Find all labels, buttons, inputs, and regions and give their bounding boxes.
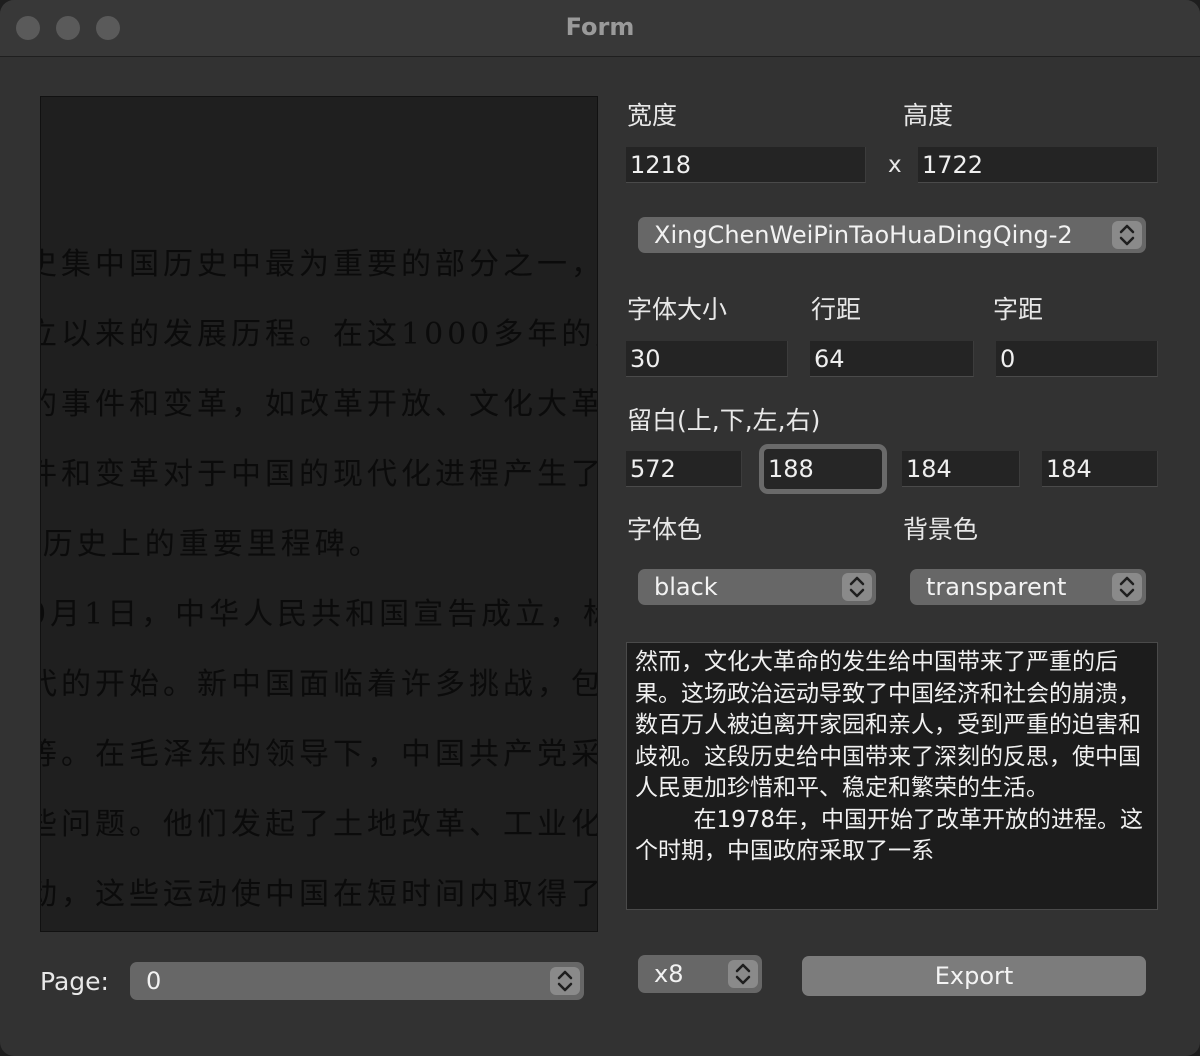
bg-color-value: transparent [926,573,1067,601]
height-field[interactable]: 1722 [918,147,1158,183]
preview-line: 些问题。他们发起了土地改革、工业化 [40,807,598,842]
preview-line: )历史上的重要里程碑。 [40,527,383,562]
size-separator: x [888,152,902,178]
margins-label: 留白(上,下,左,右) [627,406,821,435]
app-window: Form 史集中国历史中最为重要的部分之一， 立以来的发展历程。在这1000多年… [0,0,1200,1056]
up-down-chevron-icon [550,967,580,995]
line-spacing-field[interactable]: 64 [810,341,974,377]
scale-select[interactable]: x8 [638,955,762,993]
char-spacing-label: 字距 [993,295,1044,324]
margin-bottom-field[interactable]: 188 [764,449,882,489]
up-down-chevron-icon [1112,573,1142,601]
export-button[interactable]: Export [802,956,1146,996]
up-down-chevron-icon [842,573,872,601]
page-value: 0 [146,967,162,995]
up-down-chevron-icon [1112,221,1142,249]
font-color-label: 字体色 [627,515,703,544]
margin-left-field[interactable]: 184 [902,451,1020,487]
preview-line: 的事件和变革，如改革开放、文化大革 [40,387,598,422]
font-size-label: 字体大小 [627,295,728,324]
width-label: 宽度 [627,101,678,130]
preview-line: 代的开始。新中国面临着许多挑战，包 [40,667,598,702]
scale-value: x8 [654,960,684,988]
preview-line: 史集中国历史中最为重要的部分之一， [40,247,598,282]
font-color-value: black [654,573,718,601]
bg-color-label: 背景色 [903,515,979,544]
preview-line: 动，这些运动使中国在短时间内取得了 [40,877,598,912]
font-color-select[interactable]: black [638,569,876,605]
window-title: Form [565,13,635,41]
preview-line: 立以来的发展历程。在这1000多年的历史 [40,317,597,352]
text-content-area[interactable]: 然而，文化大革命的发生给中国带来了严重的后果。这场政治运动导致了中国经济和社会的… [626,642,1158,910]
preview-line: 0月1日，中华人民共和国宣告成立，标 [40,597,598,632]
page-preview: 史集中国历史中最为重要的部分之一， 立以来的发展历程。在这1000多年的历史 的… [40,96,598,932]
font-select-value: XingChenWeiPinTaoHuaDingQing-2 [654,221,1073,249]
page-select[interactable]: 0 [130,962,584,1000]
page-label: Page: [40,967,109,996]
title-bar: Form [0,0,1200,57]
width-field[interactable]: 1218 [626,147,866,183]
preview-line: 件和变革对于中国的现代化进程产生了 [40,457,598,492]
preview-line: 等。在毛泽东的领导下，中国共产党采 [40,737,598,772]
bg-color-select[interactable]: transparent [910,569,1146,605]
margin-top-field[interactable]: 572 [626,451,742,487]
font-select[interactable]: XingChenWeiPinTaoHuaDingQing-2 [638,217,1146,253]
height-label: 高度 [903,101,954,130]
font-size-field[interactable]: 30 [626,341,788,377]
up-down-chevron-icon [728,960,758,988]
line-spacing-label: 行距 [811,295,862,324]
margin-right-field[interactable]: 184 [1042,451,1158,487]
char-spacing-field[interactable]: 0 [996,341,1158,377]
